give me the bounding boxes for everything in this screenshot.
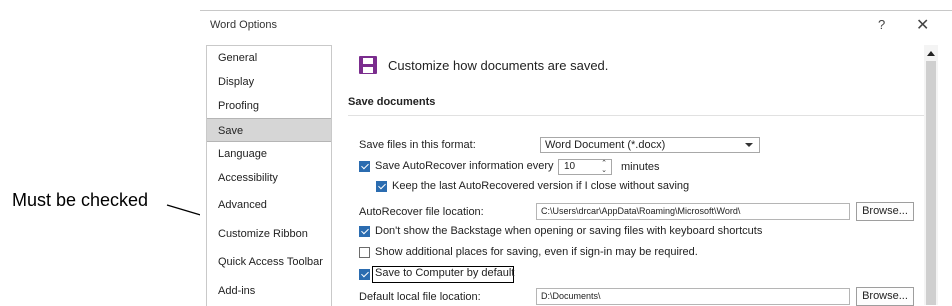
browse-default-local-button[interactable]: Browse... [856,287,914,306]
vertical-scrollbar[interactable] [924,45,938,305]
default-local-value: D:\Documents\ [541,291,601,301]
autorecover-label: Save AutoRecover information every [375,160,554,172]
nav-item-general[interactable]: General [207,46,331,70]
autorecover-minutes-value: 10 [564,161,576,172]
dont-show-backstage-checkbox[interactable] [359,226,370,237]
close-icon[interactable]: ✕ [916,15,929,35]
format-select[interactable]: Word Document (*.docx) [540,137,760,153]
scroll-up-icon[interactable] [927,51,935,56]
autorecover-location-value: C:\Users\drcar\AppData\Roaming\Microsoft… [541,206,741,216]
save-to-computer-checkbox[interactable] [359,269,370,280]
nav-item-add-ins[interactable]: Add-ins [207,279,331,303]
autorecover-location-field[interactable]: C:\Users\drcar\AppData\Roaming\Microsoft… [536,203,850,220]
annotation-label: Must be checked [12,190,149,210]
minutes-label: minutes [621,161,660,173]
default-local-label: Default local file location: [359,291,481,303]
nav-item-display[interactable]: Display [207,70,331,94]
options-nav: General Display Proofing Save Language A… [206,45,332,306]
show-additional-places-label: Show additional places for saving, even … [375,246,698,258]
autorecover-location-label: AutoRecover file location: [359,206,484,218]
stepper-down-icon[interactable]: ⌄ [601,166,607,174]
autorecover-minutes-stepper[interactable]: 10 ⌃ ⌄ [558,159,612,175]
nav-item-save[interactable]: Save [207,118,331,142]
chevron-down-icon [745,143,753,147]
autorecover-checkbox[interactable] [359,161,370,172]
browse-autorecover-button[interactable]: Browse... [856,202,914,221]
nav-item-quick-access-toolbar[interactable]: Quick Access Toolbar [207,250,331,274]
nav-item-advanced[interactable]: Advanced [207,193,331,217]
default-local-field[interactable]: D:\Documents\ [536,288,850,305]
format-value: Word Document (*.docx) [545,139,666,151]
section-divider [348,115,938,116]
format-label: Save files in this format: [359,139,476,151]
keep-last-checkbox[interactable] [376,181,387,192]
window-title: Word Options [210,19,278,31]
word-options-dialog: Word Options ? ✕ General Display Proofin… [200,10,952,306]
save-options-panel: Customize how documents are saved. Save … [336,45,938,306]
help-icon[interactable]: ? [878,17,885,32]
nav-item-proofing[interactable]: Proofing [207,94,331,118]
scroll-thumb[interactable] [926,61,936,305]
dont-show-backstage-label: Don't show the Backstage when opening or… [375,225,763,237]
nav-item-accessibility[interactable]: Accessibility [207,166,331,190]
show-additional-places-checkbox[interactable] [359,247,370,258]
page-header: Customize how documents are saved. [388,58,609,73]
keep-last-label: Keep the last AutoRecovered version if I… [392,180,690,192]
section-title: Save documents [348,96,436,108]
title-bar: Word Options ? ✕ [200,11,952,41]
nav-item-customize-ribbon[interactable]: Customize Ribbon [207,222,331,246]
save-to-computer-label: Save to Computer by default [375,267,515,279]
nav-item-language[interactable]: Language [207,142,331,166]
save-icon [359,56,377,74]
